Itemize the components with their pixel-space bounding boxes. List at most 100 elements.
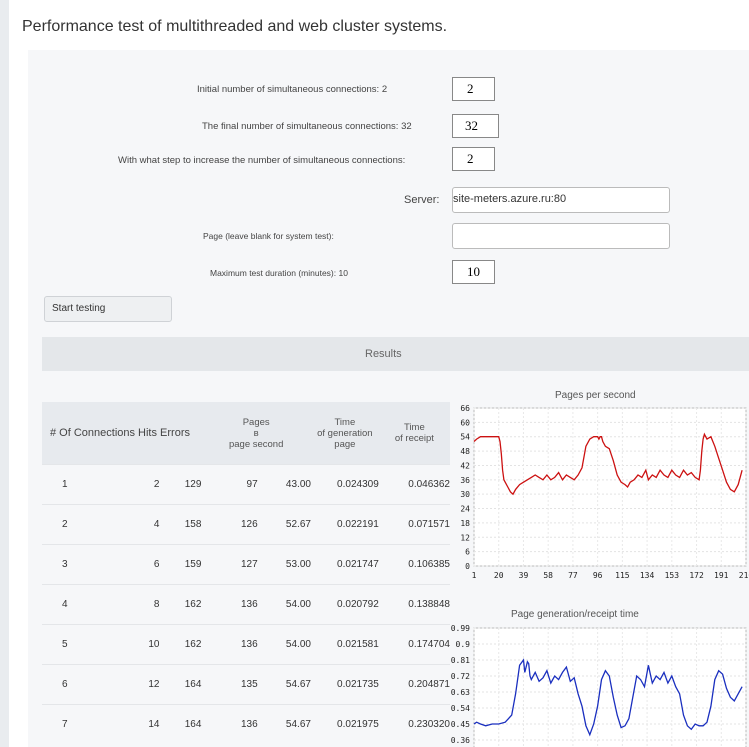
col-header-time-b: of generation (317, 427, 373, 439)
col-header-pages-c: page second (228, 438, 284, 450)
plot-area (473, 407, 747, 567)
cell-receipt-time: 0.174704 (378, 624, 450, 665)
x-tick-label: 77 (568, 571, 578, 580)
start-testing-button[interactable]: Start testing (44, 296, 172, 322)
cell-receipt-time: 0.138848 (378, 584, 450, 625)
cell-connections: 12 (117, 664, 160, 705)
cell-pages-per-second: 52.67 (257, 504, 311, 545)
col-header-time-a: Time (334, 416, 356, 428)
cell-generation-time: 0.021735 (310, 664, 379, 705)
y-tick-label: 0.9 (456, 640, 471, 649)
cell-generation-time: 0.022191 (310, 504, 379, 545)
generation-time-chart: 0.990.90.810.720.630.540.450.360.27 (451, 624, 747, 747)
cell-hits: 162 (159, 624, 202, 665)
y-tick-label: 42 (460, 461, 470, 470)
cell-hits: 129 (159, 464, 202, 505)
plot-area (473, 627, 747, 747)
col-header-receipt: Time of receipt (378, 402, 450, 465)
cell-index: 5 (42, 624, 118, 665)
y-tick-label: 6 (465, 548, 470, 557)
cell-generation-time: 0.024309 (310, 464, 379, 505)
cell-receipt-time: 0.046362 (378, 464, 450, 505)
x-tick-label: 191 (714, 571, 729, 580)
col-header-pages-b: в (253, 427, 259, 439)
final-connections-input[interactable]: 32 (452, 114, 499, 138)
step-input[interactable]: 2 (452, 147, 495, 171)
cell-index: 2 (42, 504, 118, 545)
pages-per-second-chart: 66605448423630241812601 20 39 58 77 96 115 134 1… (460, 404, 749, 580)
cell-connections: 2 (117, 464, 160, 505)
cell-pages-per-second: 43.00 (257, 464, 311, 505)
chart-2-title: Page generation/receipt time (511, 609, 639, 620)
y-tick-label: 30 (460, 490, 470, 499)
x-tick-label: 39 (519, 571, 529, 580)
x-tick-label: 115 (615, 571, 630, 580)
cell-errors: 126 (201, 504, 258, 545)
page-input[interactable] (452, 223, 670, 249)
server-input[interactable]: site-meters.azure.ru:80 (452, 187, 670, 213)
y-tick-label: 24 (460, 505, 470, 514)
y-tick-label: 0.54 (451, 704, 470, 713)
cell-hits: 159 (159, 544, 202, 585)
duration-input[interactable]: 10 (452, 260, 495, 284)
y-tick-label: 0 (465, 562, 470, 571)
x-tick-label: 172 (689, 571, 704, 580)
cell-generation-time: 0.021975 (310, 704, 379, 744)
y-tick-label: 54 (460, 433, 470, 442)
cell-pages-per-second: 54.67 (257, 664, 311, 705)
x-tick-label: 20 (494, 571, 504, 580)
cell-connections: 14 (117, 704, 160, 744)
cell-hits: 164 (159, 664, 202, 705)
duration-label: Maximum test duration (minutes): 10 (210, 268, 348, 278)
cell-index: 6 (42, 664, 118, 705)
cell-connections: 10 (117, 624, 160, 665)
table-row: 2 4 158 126 52.67 0.022191 0.071571 (42, 504, 450, 545)
initial-connections-input[interactable]: 2 (452, 77, 495, 101)
x-tick-label: 134 (640, 571, 655, 580)
cell-generation-time: 0.021747 (310, 544, 379, 585)
cell-errors: 135 (201, 664, 258, 705)
col-header-pages-a: Pages (242, 416, 270, 428)
x-tick-label: 96 (593, 571, 603, 580)
y-tick-label: 0.99 (451, 624, 470, 633)
results-title: Results (365, 348, 402, 360)
table-row: 1 2 129 97 43.00 0.024309 0.046362 (42, 464, 450, 505)
col-header-time-c: page (334, 438, 356, 450)
final-connections-label: The final number of simultaneous connect… (202, 121, 412, 132)
results-table: # Of Connections Hits Errors Pages в pag… (42, 402, 450, 744)
initial-connections-label: Initial number of simultaneous connectio… (197, 84, 388, 95)
col-header-main: # Of Connections Hits Errors (42, 402, 202, 465)
cell-hits: 158 (159, 504, 202, 545)
page-label: Page (leave blank for system test): (203, 231, 334, 241)
step-label: With what step to increase the number of… (118, 155, 406, 166)
cell-errors: 136 (201, 624, 258, 665)
cell-receipt-time: 0.106385 (378, 544, 450, 585)
page-title: Performance test of multithreaded and we… (22, 18, 448, 35)
cell-errors: 136 (201, 584, 258, 625)
y-tick-label: 0.45 (451, 720, 470, 729)
x-tick-label: 153 (665, 571, 680, 580)
cell-connections: 8 (117, 584, 160, 625)
cell-errors: 97 (201, 464, 258, 505)
table-row: 5 10 162 136 54.00 0.021581 0.174704 (42, 624, 450, 665)
table-row: 4 8 162 136 54.00 0.020792 0.138848 (42, 584, 450, 625)
table-row: 3 6 159 127 53.00 0.021747 0.106385 (42, 544, 450, 585)
col-header-pages: Pages в page second (201, 402, 311, 465)
cell-hits: 164 (159, 704, 202, 744)
table-header-row: # Of Connections Hits Errors Pages в pag… (42, 402, 450, 465)
cell-index: 1 (42, 464, 118, 505)
cell-connections: 6 (117, 544, 160, 585)
server-label: Server: (404, 194, 440, 206)
table-row: 7 14 164 136 54.67 0.021975 0.230320 (42, 704, 450, 744)
col-header-receipt-a: Time (404, 422, 425, 433)
cell-errors: 136 (201, 704, 258, 744)
x-tick-label: 210 (739, 571, 749, 580)
cell-receipt-time: 0.204871 (378, 664, 450, 705)
cell-hits: 162 (159, 584, 202, 625)
col-header-receipt-b: of receipt (394, 433, 434, 444)
cell-index: 7 (42, 704, 118, 744)
y-tick-label: 36 (460, 476, 470, 485)
cell-pages-per-second: 53.00 (257, 544, 311, 585)
x-tick-label: 58 (543, 571, 553, 580)
cell-index: 3 (42, 544, 118, 585)
